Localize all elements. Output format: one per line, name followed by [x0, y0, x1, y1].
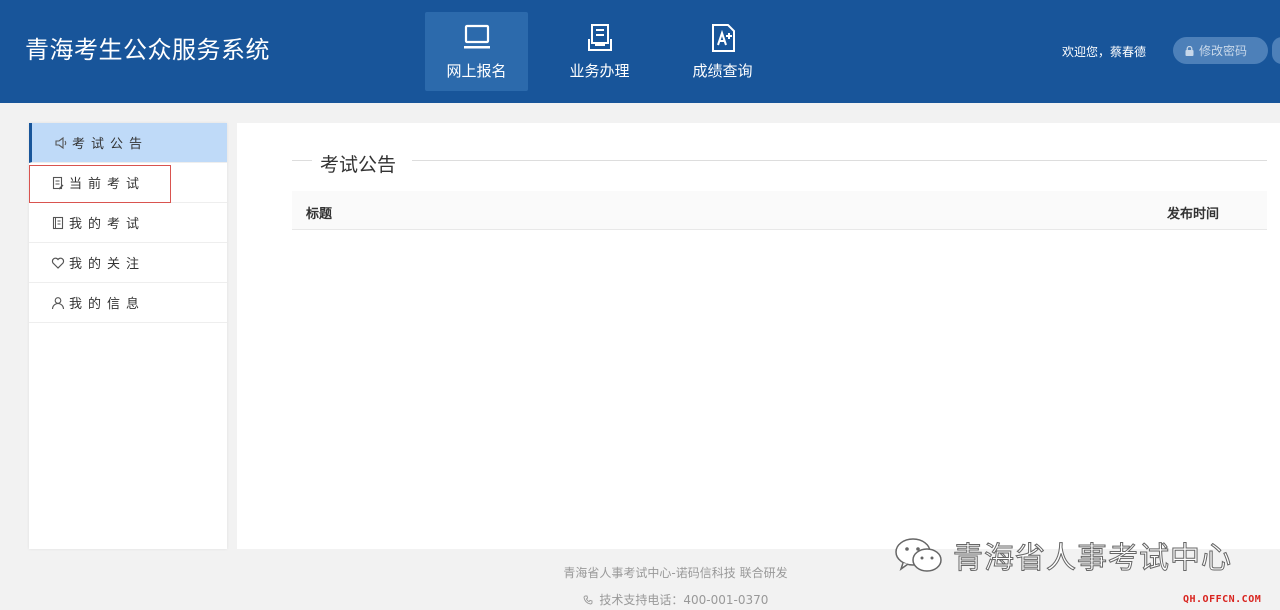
nav-online-registration[interactable]: 网上报名: [425, 12, 528, 91]
support-phone-text: 技术支持电话：400-001-0370: [599, 593, 769, 607]
welcome-text: 欢迎您，蔡春德: [1062, 45, 1147, 59]
column-header-title: 标题: [306, 207, 333, 222]
nav-label: 业务办理: [569, 62, 630, 80]
change-password-label: 修改密码: [1199, 44, 1248, 58]
nav-business[interactable]: 业务办理: [548, 12, 651, 91]
main-nav: 网上报名 业务办理 成绩查询: [425, 12, 794, 91]
footer-support: 技术支持电话：400-001-0370: [0, 591, 1280, 608]
document-stack-icon: [587, 24, 612, 51]
laptop-icon: [463, 24, 490, 49]
sidebar: 考试公告 当前考试 我的考试 我的关注 我的信息: [29, 123, 227, 549]
nav-label: 成绩查询: [692, 62, 753, 80]
main-panel: 考试公告 标题 发布时间: [237, 123, 1280, 549]
change-password-button[interactable]: 修改密码: [1173, 37, 1268, 64]
app-title: 青海考生公众服务系统: [25, 36, 270, 64]
lock-icon: [1185, 45, 1194, 56]
speaker-icon: [55, 136, 67, 149]
grade-report-icon: [711, 24, 735, 52]
sidebar-item-my-info[interactable]: 我的信息: [29, 283, 227, 323]
notebook-icon: [52, 216, 64, 229]
watermark: 青海省人事考试中心: [893, 533, 1232, 577]
notice-table-header: 标题 发布时间: [292, 191, 1267, 230]
sidebar-item-label: 我的关注: [69, 257, 146, 272]
wechat-icon: [895, 538, 942, 572]
watermark-site: QH.OFFCN.COM: [1183, 594, 1262, 605]
sidebar-item-my-exams[interactable]: 我的考试: [29, 203, 227, 243]
column-header-publish-time: 发布时间: [1166, 207, 1219, 222]
nav-score-query[interactable]: 成绩查询: [671, 12, 774, 91]
sidebar-item-label: 我的信息: [69, 297, 146, 312]
watermark-text: 青海省人事考试中心: [953, 541, 1232, 577]
sidebar-item-label: 我的考试: [69, 217, 146, 232]
sidebar-item-exam-notice[interactable]: 考试公告: [29, 123, 227, 163]
logout-button[interactable]: [1272, 37, 1280, 64]
sidebar-item-label: 考试公告: [72, 137, 149, 152]
sidebar-item-label: 当前考试: [69, 177, 146, 192]
sidebar-item-current-exam[interactable]: 当前考试: [29, 163, 227, 203]
nav-label: 网上报名: [446, 62, 507, 80]
sidebar-item-my-follows[interactable]: 我的关注: [29, 243, 227, 283]
user-icon: [51, 296, 65, 309]
top-header: 青海考生公众服务系统 网上报名 业务办理 成绩查询 欢迎您，蔡春德 修改密码: [0, 0, 1280, 103]
phone-icon: [583, 595, 593, 605]
section-title: 考试公告: [320, 150, 407, 177]
heart-icon: [51, 257, 65, 269]
section-header: 考试公告: [292, 150, 1267, 177]
divider: [292, 160, 312, 161]
edit-document-icon: [52, 176, 64, 189]
divider: [412, 160, 1267, 161]
